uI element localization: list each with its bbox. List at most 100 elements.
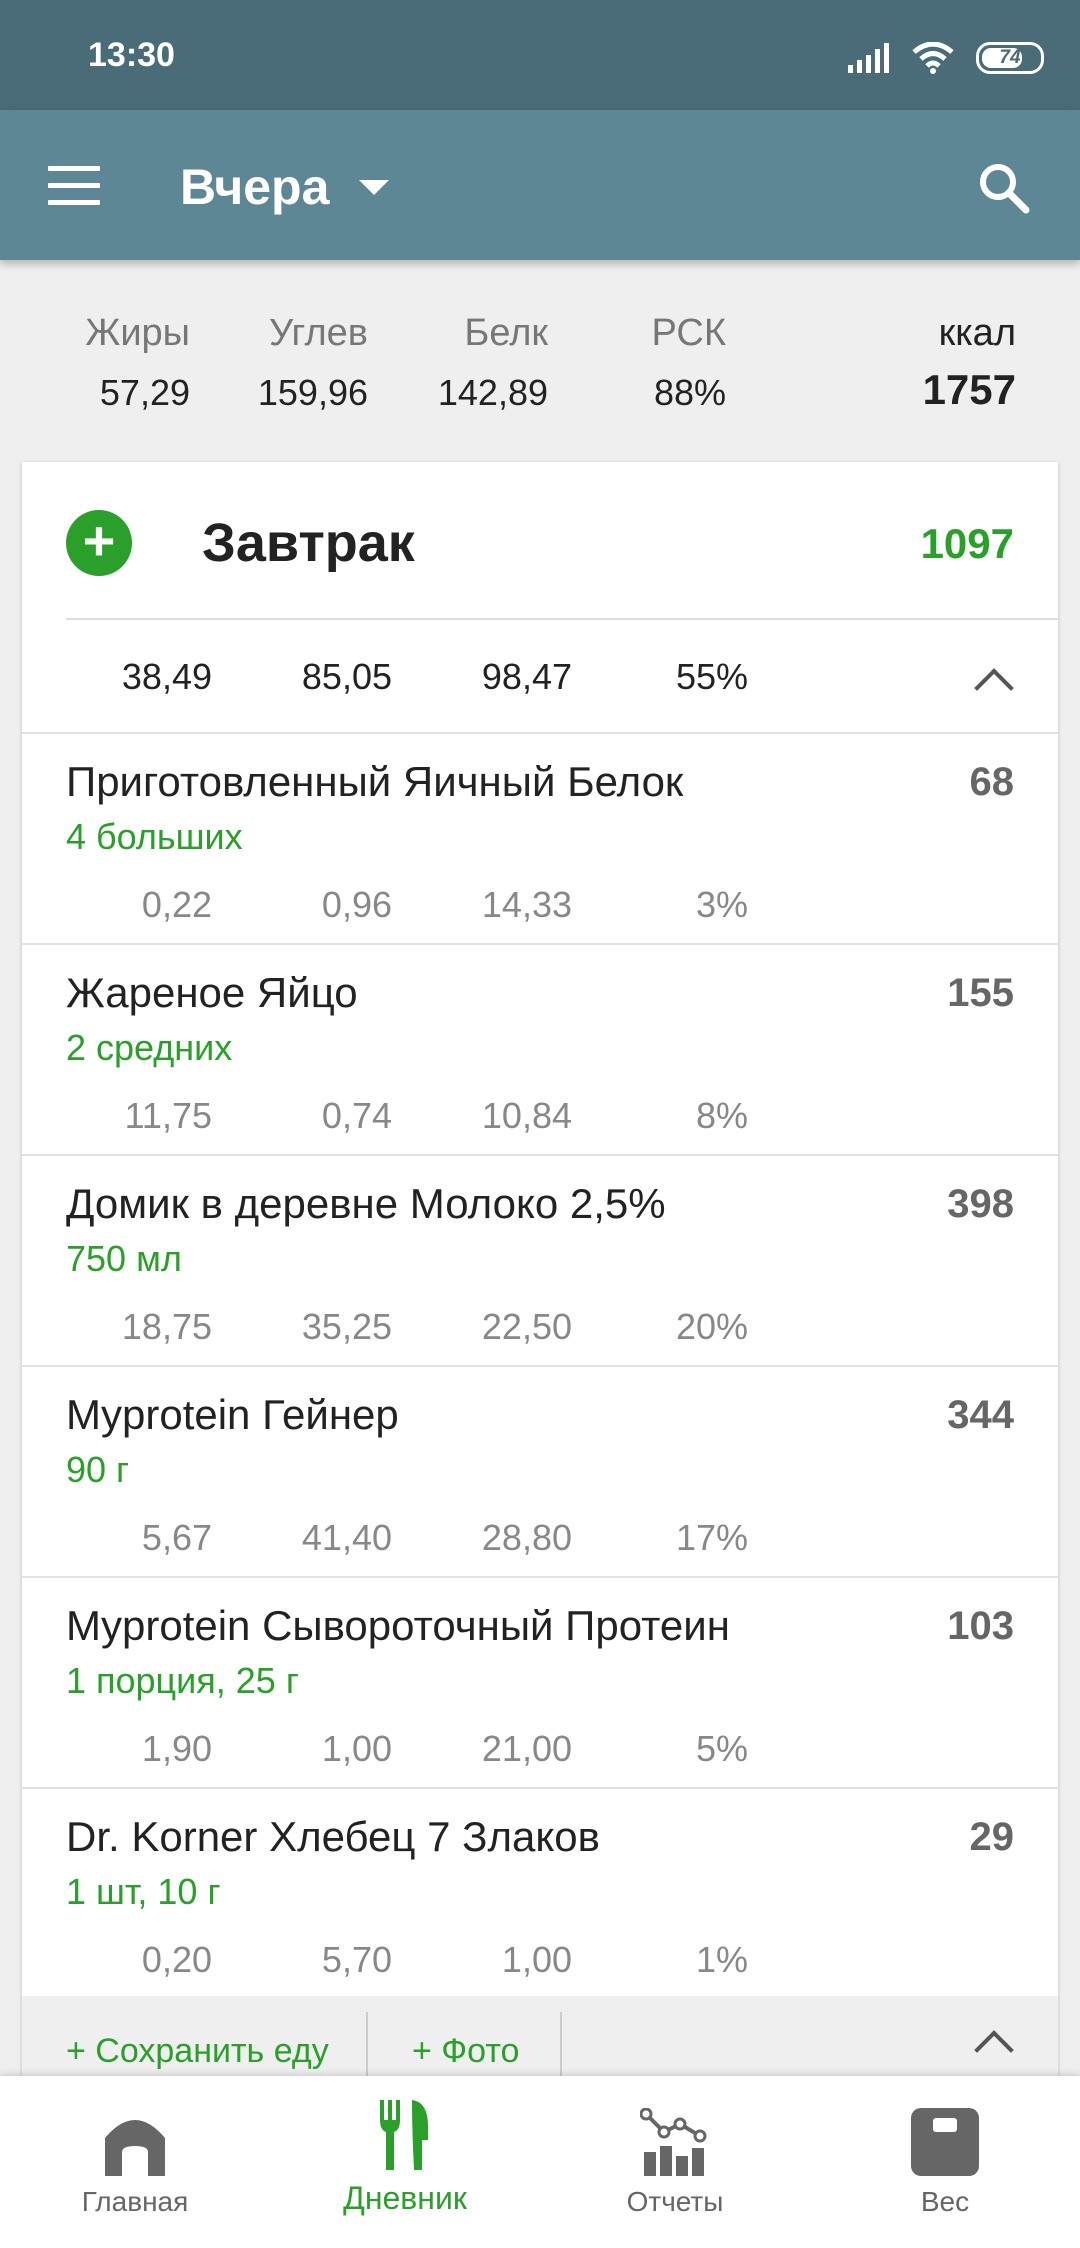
food-protein: 14,33 [481,884,572,925]
bottom-navigation: Главная Дневник Отчеты Вес [0,2076,1080,2248]
food-serving: 2 средних [66,1027,233,1068]
status-bar: 13:30 74 [0,0,1080,110]
food-kcal: 103 [947,1604,1014,1648]
collapse-meal-chevron-up-icon[interactable] [974,2030,1014,2070]
signal-icon [848,43,889,73]
dropdown-arrow-icon [359,179,390,195]
page-title: Вчера [180,159,330,215]
food-kcal: 344 [947,1393,1014,1437]
food-serving: 750 мл [66,1238,182,1279]
add-photo-button[interactable]: + Фото [412,2032,519,2071]
chart-icon [640,2108,707,2176]
rdi-label: РСК [651,312,727,354]
food-name: Домик в деревне Молоко 2,5% [66,1180,666,1227]
food-rdi: 20% [675,1306,748,1347]
food-name: Myprotein Гейнер [66,1391,399,1438]
meal-card-breakfast: + Завтрак 1097 38,49 85,05 98,47 55% При… [22,462,1058,2082]
save-meal-button[interactable]: + Сохранить еду [66,2032,329,2071]
food-fat: 18,75 [121,1306,212,1347]
food-fat: 0,22 [141,884,212,925]
divider [560,2012,562,2082]
meal-total-rdi: 55% [675,656,748,697]
food-carbs: 35,25 [301,1306,392,1347]
food-fat: 1,90 [141,1728,212,1769]
nav-reports-label: Отчеты [626,2186,724,2217]
food-rdi: 1% [695,1939,748,1980]
food-serving: 90 г [66,1449,130,1490]
nav-home[interactable]: Главная [0,2076,270,2248]
meal-total-carbs: 85,05 [301,656,392,697]
food-name: Dr. Korner Хлебец 7 Злаков [66,1813,600,1860]
meal-title: Завтрак [202,513,415,573]
daily-summary: Жиры 57,29 Углев 159,96 Белк 142,89 РСК … [0,262,1080,462]
food-carbs: 5,70 [321,1939,392,1980]
food-rdi: 5% [695,1728,748,1769]
food-carbs: 0,96 [321,884,392,925]
meal-card-footer: + Сохранить еду + Фото [22,1996,1058,2082]
app-bar: Вчера [0,110,1080,260]
food-item[interactable]: Myprotein Гейнер 90 г 344 5,67 41,40 28,… [22,1365,1058,1577]
food-protein: 10,84 [481,1095,572,1136]
food-serving: 1 шт, 10 г [66,1871,221,1912]
status-icons: 74 [848,38,1044,78]
battery-icon: 74 [976,42,1044,74]
food-protein: 22,50 [481,1306,572,1347]
nav-reports[interactable]: Отчеты [540,2076,810,2248]
collapse-chevron-up-icon[interactable] [974,668,1014,708]
divider [366,2012,368,2082]
food-serving: 4 больших [66,816,243,857]
food-carbs: 41,40 [301,1517,392,1558]
protein-value: 142,89 [437,372,548,413]
rdi-value: 88% [653,372,726,413]
food-fat: 5,67 [141,1517,212,1558]
food-name: Жареное Яйцо [66,969,358,1016]
food-item[interactable]: Жареное Яйцо 2 средних 155 11,75 0,74 10… [22,943,1058,1155]
food-item[interactable]: Домик в деревне Молоко 2,5% 750 мл 398 1… [22,1154,1058,1366]
food-kcal: 68 [969,760,1015,804]
scale-icon [911,2108,979,2176]
food-rdi: 3% [695,884,748,925]
food-kcal: 398 [947,1182,1014,1226]
menu-icon[interactable] [48,166,100,205]
fat-label: Жиры [85,312,190,354]
food-serving: 1 порция, 25 г [66,1660,299,1701]
divider [66,618,1058,620]
food-item[interactable]: Приготовленный Яичный Белок 4 больших 68… [22,732,1058,944]
add-food-button[interactable]: + [66,510,132,576]
food-kcal: 155 [947,971,1014,1015]
meal-totals: 38,49 85,05 98,47 55% [22,622,1058,732]
food-carbs: 1,00 [321,1728,392,1769]
food-protein: 1,00 [501,1939,572,1980]
search-icon[interactable] [976,160,1032,216]
food-fat: 0,20 [141,1939,212,1980]
fork-knife-icon [380,2100,428,2170]
food-protein: 28,80 [481,1517,572,1558]
food-rdi: 17% [675,1517,748,1558]
meal-total-protein: 98,47 [481,656,572,697]
food-kcal: 29 [969,1815,1015,1859]
carbs-value: 159,96 [257,372,368,413]
food-item[interactable]: Dr. Korner Хлебец 7 Злаков 1 шт, 10 г 29… [22,1787,1058,1999]
home-icon [105,2120,165,2176]
kcal-value: 1757 [922,366,1016,413]
battery-level: 74 [999,47,1021,68]
nav-diary-label: Дневник [343,2180,467,2216]
nav-weight-label: Вес [920,2186,970,2217]
nav-weight[interactable]: Вес [810,2076,1080,2248]
food-fat: 11,75 [124,1095,212,1136]
date-selector[interactable]: Вчера [180,158,390,216]
nav-diary[interactable]: Дневник [270,2076,540,2248]
meal-kcal: 1097 [920,520,1014,567]
food-protein: 21,00 [481,1728,572,1769]
nav-home-label: Главная [81,2186,189,2217]
food-item[interactable]: Myprotein Сывороточный Протеин 1 порция,… [22,1576,1058,1788]
wifi-icon [912,42,954,74]
food-name: Приготовленный Яичный Белок [66,758,684,805]
meal-total-fat: 38,49 [121,656,212,697]
food-name: Myprotein Сывороточный Протеин [66,1602,730,1649]
food-carbs: 0,74 [321,1095,392,1136]
fat-value: 57,29 [99,372,190,413]
protein-label: Белк [464,312,548,354]
status-time: 13:30 [88,36,175,74]
kcal-label: ккал [938,312,1016,354]
